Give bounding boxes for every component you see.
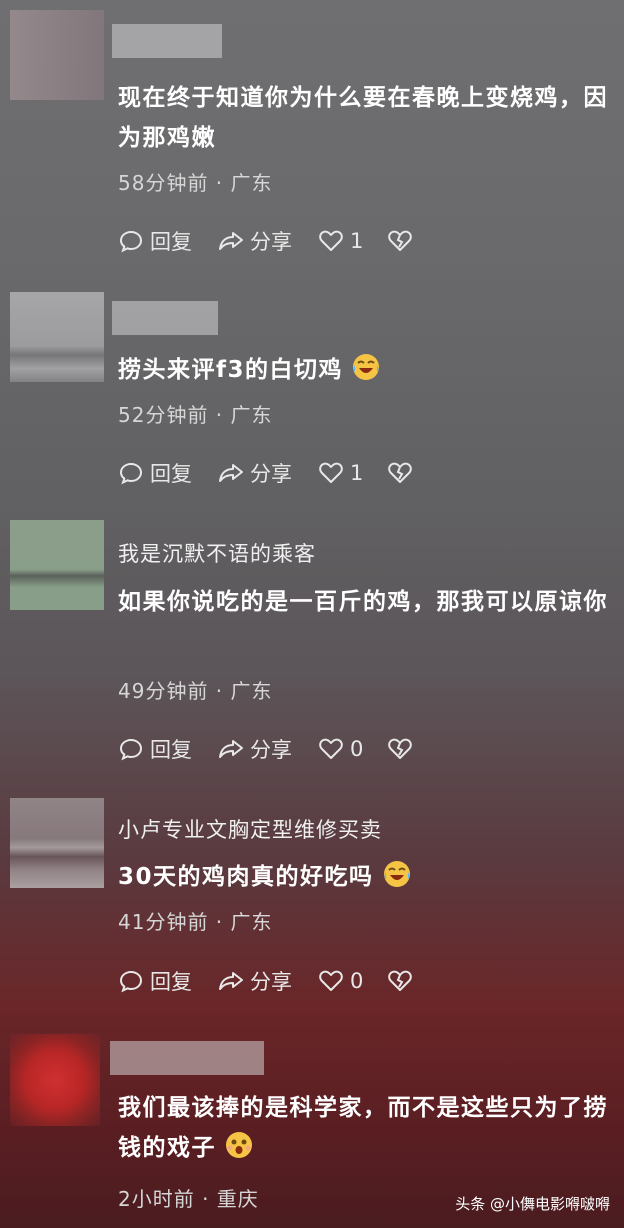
avatar[interactable] bbox=[10, 292, 104, 382]
comment-text: 30天的鸡肉真的好吃吗 bbox=[118, 857, 618, 897]
like-count: 0 bbox=[350, 737, 364, 761]
username-blurred[interactable] bbox=[110, 1041, 264, 1075]
avatar[interactable] bbox=[10, 520, 104, 610]
like-count: 1 bbox=[350, 461, 364, 485]
dislike-button[interactable] bbox=[387, 968, 419, 994]
reply-button[interactable]: 回复 bbox=[118, 966, 192, 996]
share-icon bbox=[219, 464, 243, 482]
broken-heart-icon bbox=[388, 970, 413, 991]
reply-icon bbox=[119, 738, 143, 761]
heart-icon bbox=[319, 462, 343, 483]
comment-text: 捞头来评f3的白切鸡 bbox=[118, 350, 618, 390]
comment-meta: 2小时前 · 重庆 bbox=[118, 1187, 259, 1211]
heart-icon bbox=[319, 738, 343, 759]
comment-actions: 回复 分享 0 bbox=[118, 734, 445, 764]
heart-icon bbox=[319, 230, 343, 251]
share-button[interactable]: 分享 bbox=[218, 966, 292, 996]
broken-heart-icon bbox=[388, 230, 413, 251]
comment-text: 如果你说吃的是一百斤的鸡，那我可以原谅你 bbox=[118, 589, 608, 615]
watermark: 头条 @小儛电影嘚啵嘚 bbox=[455, 1195, 610, 1213]
like-button[interactable]: 0 bbox=[318, 736, 363, 762]
like-button[interactable]: 1 bbox=[318, 228, 363, 254]
comment-meta: 52分钟前 · 广东 bbox=[118, 403, 273, 427]
like-button[interactable]: 0 bbox=[318, 968, 363, 994]
heart-icon bbox=[319, 970, 343, 991]
dislike-button[interactable] bbox=[387, 460, 419, 486]
username[interactable]: 我是沉默不语的乘客 bbox=[118, 538, 316, 568]
comment-actions: 回复 分享 1 bbox=[118, 458, 445, 488]
avatar[interactable] bbox=[10, 798, 104, 888]
comment-text-content: 捞头来评f3的白切鸡 bbox=[118, 357, 344, 383]
comment-text: 现在终于知道你为什么要在春晚上变烧鸡，因为那鸡嫩 bbox=[118, 85, 608, 151]
share-button[interactable]: 分享 bbox=[218, 458, 292, 488]
share-button[interactable]: 分享 bbox=[218, 226, 292, 256]
share-label: 分享 bbox=[250, 230, 292, 254]
comment-text-content: 我们最该捧的是科学家，而不是这些只为了捞钱的戏子 bbox=[118, 1095, 608, 1161]
reply-label: 回复 bbox=[150, 738, 192, 762]
reply-icon bbox=[119, 970, 143, 993]
broken-heart-icon bbox=[388, 462, 413, 483]
shocked-emoji-icon bbox=[226, 1132, 252, 1158]
share-label: 分享 bbox=[250, 970, 292, 994]
avatar[interactable] bbox=[10, 1034, 100, 1126]
share-button[interactable]: 分享 bbox=[218, 734, 292, 764]
share-icon bbox=[219, 740, 243, 758]
share-label: 分享 bbox=[250, 738, 292, 762]
comment-actions: 回复 分享 0 bbox=[118, 966, 445, 996]
comment-actions: 回复 分享 1 bbox=[118, 226, 445, 256]
reply-label: 回复 bbox=[150, 230, 192, 254]
reply-icon bbox=[119, 462, 143, 485]
laughing-crying-emoji-icon bbox=[383, 861, 410, 887]
dislike-button[interactable] bbox=[387, 736, 419, 762]
reply-button[interactable]: 回复 bbox=[118, 734, 192, 764]
comment-meta: 49分钟前 · 广东 bbox=[118, 679, 273, 703]
comment-text-content: 30天的鸡肉真的好吃吗 bbox=[118, 864, 374, 890]
laughing-crying-emoji-icon bbox=[353, 354, 380, 380]
reply-button[interactable]: 回复 bbox=[118, 458, 192, 488]
username-blurred[interactable] bbox=[112, 24, 222, 58]
comment-meta: 58分钟前 · 广东 bbox=[118, 171, 273, 195]
reply-button[interactable]: 回复 bbox=[118, 226, 192, 256]
username[interactable]: 小卢专业文胸定型维修买卖 bbox=[118, 814, 382, 844]
like-button[interactable]: 1 bbox=[318, 460, 363, 486]
share-icon bbox=[219, 972, 243, 990]
broken-heart-icon bbox=[388, 738, 413, 759]
like-count: 1 bbox=[350, 229, 364, 253]
reply-label: 回复 bbox=[150, 970, 192, 994]
dislike-button[interactable] bbox=[387, 228, 419, 254]
reply-icon bbox=[119, 230, 143, 253]
username-blurred[interactable] bbox=[112, 301, 218, 335]
avatar[interactable] bbox=[10, 10, 104, 100]
like-count: 0 bbox=[350, 969, 364, 993]
share-icon bbox=[219, 232, 243, 250]
comment-text: 我们最该捧的是科学家，而不是这些只为了捞钱的戏子 bbox=[118, 1088, 618, 1168]
comment-meta: 41分钟前 · 广东 bbox=[118, 910, 273, 934]
reply-label: 回复 bbox=[150, 462, 192, 486]
share-label: 分享 bbox=[250, 462, 292, 486]
